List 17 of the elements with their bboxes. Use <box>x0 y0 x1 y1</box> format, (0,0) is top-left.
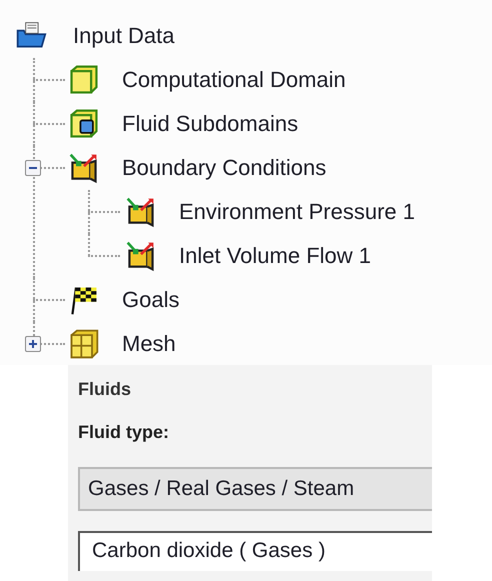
cube-icon <box>68 108 100 140</box>
collapse-icon[interactable] <box>25 160 41 176</box>
tree-item[interactable]: Mesh <box>122 331 176 357</box>
tree-item[interactable]: Inlet Volume Flow 1 <box>179 243 371 269</box>
grid-cube-icon <box>68 328 100 360</box>
tree-item[interactable]: Fluid Subdomains <box>122 111 298 137</box>
fluid-type-dropdown[interactable]: Gases / Real Gases / Steam <box>78 467 432 511</box>
expand-icon[interactable] <box>25 336 41 352</box>
tree-item[interactable]: Boundary Conditions <box>122 155 326 181</box>
field-label: Fluid type: <box>78 422 170 443</box>
cube-icon <box>68 64 100 96</box>
tree-item[interactable]: Computational Domain <box>122 67 346 93</box>
section-title: Fluids <box>78 379 132 400</box>
tree-item[interactable]: Input Data <box>73 23 175 49</box>
fluid-field[interactable]: Carbon dioxide ( Gases ) <box>78 531 432 571</box>
tree-item[interactable]: Goals <box>122 287 180 313</box>
tree-item[interactable]: Environment Pressure 1 <box>179 199 415 225</box>
